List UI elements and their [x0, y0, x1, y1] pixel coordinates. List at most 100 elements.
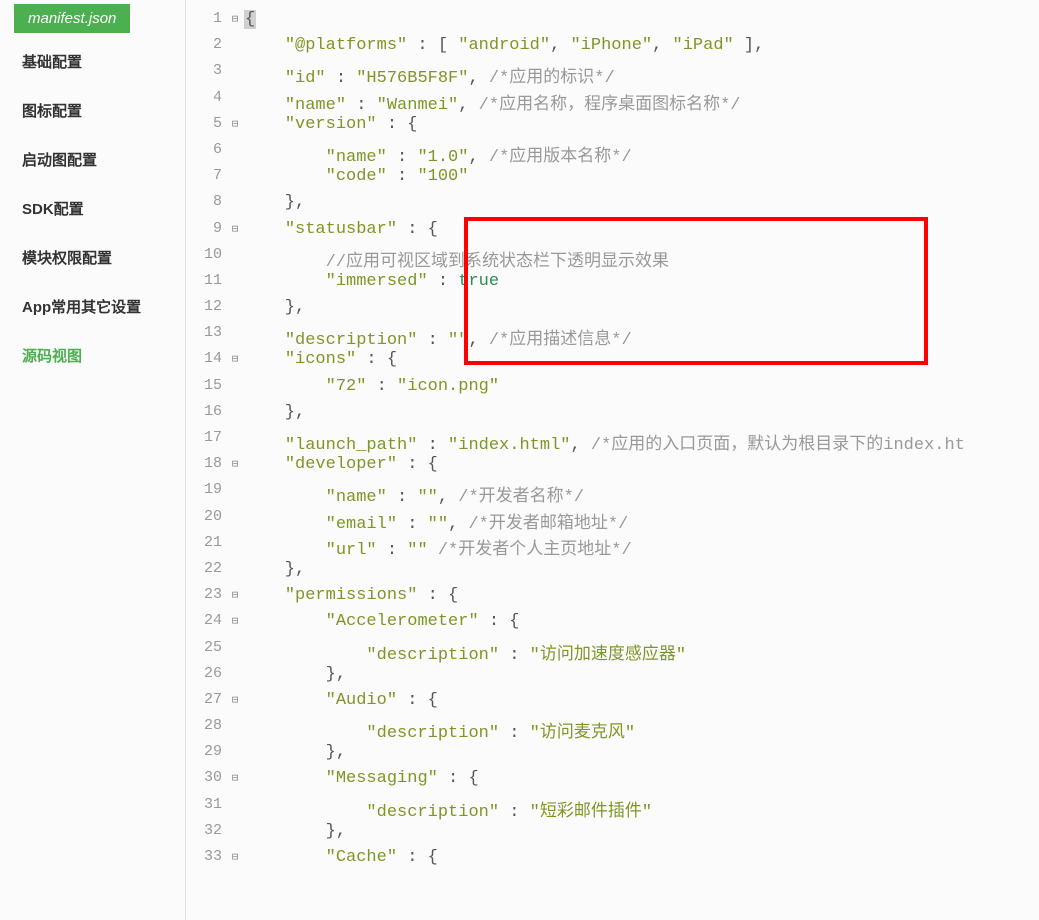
line-number: 32 — [186, 822, 228, 839]
code-line[interactable]: 25 "description" : "访问加速度感应器" — [186, 639, 1039, 665]
code-line[interactable]: 10 //应用可视区域到系统状态栏下透明显示效果 — [186, 246, 1039, 272]
code-content[interactable]: "description" : "", /*应用描述信息*/ — [242, 324, 1039, 350]
sidebar-item-permissions[interactable]: 模块权限配置 — [0, 233, 185, 282]
code-line[interactable]: 17 "launch_path" : "index.html", /*应用的入口… — [186, 429, 1039, 455]
code-content[interactable]: }, — [242, 298, 1039, 317]
code-line[interactable]: 27⊟ "Audio" : { — [186, 691, 1039, 717]
code-line[interactable]: 2 "@platforms" : [ "android", "iPhone", … — [186, 36, 1039, 62]
file-tab[interactable]: manifest.json — [14, 4, 130, 33]
code-content[interactable]: "name" : "1.0", /*应用版本名称*/ — [242, 141, 1039, 167]
code-line[interactable]: 4 "name" : "Wanmei", /*应用名称，程序桌面图标名称*/ — [186, 89, 1039, 115]
code-line[interactable]: 8 }, — [186, 193, 1039, 219]
code-content[interactable]: "description" : "访问加速度感应器" — [242, 639, 1039, 665]
code-content[interactable]: "id" : "H576B5F8F", /*应用的标识*/ — [242, 62, 1039, 88]
code-content[interactable]: { — [242, 10, 1039, 29]
code-line[interactable]: 16 }, — [186, 403, 1039, 429]
fold-toggle — [228, 167, 242, 169]
code-content[interactable]: "immersed" : true — [242, 272, 1039, 291]
code-content[interactable]: "icons" : { — [242, 350, 1039, 369]
code-line[interactable]: 1⊟{ — [186, 10, 1039, 36]
code-content[interactable]: "name" : "Wanmei", /*应用名称，程序桌面图标名称*/ — [242, 89, 1039, 115]
fold-toggle[interactable]: ⊟ — [228, 10, 242, 26]
sidebar-item-basic[interactable]: 基础配置 — [0, 37, 185, 86]
code-content[interactable]: }, — [242, 560, 1039, 579]
code-line[interactable]: 20 "email" : "", /*开发者邮箱地址*/ — [186, 508, 1039, 534]
code-content[interactable]: }, — [242, 822, 1039, 841]
fold-toggle[interactable]: ⊟ — [228, 115, 242, 131]
code-line[interactable]: 5⊟ "version" : { — [186, 115, 1039, 141]
code-line[interactable]: 33⊟ "Cache" : { — [186, 848, 1039, 874]
fold-toggle[interactable]: ⊟ — [228, 691, 242, 707]
code-line[interactable]: 32 }, — [186, 822, 1039, 848]
fold-toggle[interactable]: ⊟ — [228, 586, 242, 602]
code-line[interactable]: 3 "id" : "H576B5F8F", /*应用的标识*/ — [186, 62, 1039, 88]
code-line[interactable]: 9⊟ "statusbar" : { — [186, 220, 1039, 246]
code-content[interactable]: "email" : "", /*开发者邮箱地址*/ — [242, 508, 1039, 534]
code-content[interactable]: "Messaging" : { — [242, 769, 1039, 788]
code-line[interactable]: 30⊟ "Messaging" : { — [186, 769, 1039, 795]
code-content[interactable]: "Accelerometer" : { — [242, 612, 1039, 631]
code-content[interactable]: "url" : "" /*开发者个人主页地址*/ — [242, 534, 1039, 560]
fold-toggle[interactable]: ⊟ — [228, 350, 242, 366]
code-line[interactable]: 23⊟ "permissions" : { — [186, 586, 1039, 612]
line-number: 5 — [186, 115, 228, 132]
code-line[interactable]: 19 "name" : "", /*开发者名称*/ — [186, 481, 1039, 507]
code-content[interactable]: "code" : "100" — [242, 167, 1039, 186]
line-number: 16 — [186, 403, 228, 420]
code-content[interactable]: "description" : "访问麦克风" — [242, 717, 1039, 743]
sidebar-item-sdk[interactable]: SDK配置 — [0, 184, 185, 233]
code-content[interactable]: "72" : "icon.png" — [242, 377, 1039, 396]
code-content[interactable]: "statusbar" : { — [242, 220, 1039, 239]
code-line[interactable]: 31 "description" : "短彩邮件插件" — [186, 796, 1039, 822]
line-number: 18 — [186, 455, 228, 472]
fold-toggle[interactable]: ⊟ — [228, 612, 242, 628]
sidebar-item-source-view[interactable]: 源码视图 — [0, 331, 185, 380]
code-content[interactable]: }, — [242, 193, 1039, 212]
sidebar-item-icon[interactable]: 图标配置 — [0, 86, 185, 135]
line-number: 15 — [186, 377, 228, 394]
fold-toggle[interactable]: ⊟ — [228, 769, 242, 785]
code-content[interactable]: "Cache" : { — [242, 848, 1039, 867]
line-number: 12 — [186, 298, 228, 315]
code-content[interactable]: "description" : "短彩邮件插件" — [242, 796, 1039, 822]
code-line[interactable]: 29 }, — [186, 743, 1039, 769]
fold-toggle — [228, 89, 242, 91]
line-number: 31 — [186, 796, 228, 813]
code-line[interactable]: 14⊟ "icons" : { — [186, 350, 1039, 376]
code-line[interactable]: 12 }, — [186, 298, 1039, 324]
line-number: 13 — [186, 324, 228, 341]
code-line[interactable]: 6 "name" : "1.0", /*应用版本名称*/ — [186, 141, 1039, 167]
fold-toggle[interactable]: ⊟ — [228, 848, 242, 864]
fold-toggle — [228, 62, 242, 64]
fold-toggle — [228, 717, 242, 719]
line-number: 14 — [186, 350, 228, 367]
code-line[interactable]: 11 "immersed" : true — [186, 272, 1039, 298]
code-line[interactable]: 21 "url" : "" /*开发者个人主页地址*/ — [186, 534, 1039, 560]
code-content[interactable]: }, — [242, 743, 1039, 762]
line-number: 17 — [186, 429, 228, 446]
code-content[interactable]: "permissions" : { — [242, 586, 1039, 605]
code-content[interactable]: //应用可视区域到系统状态栏下透明显示效果 — [242, 246, 1039, 272]
fold-toggle[interactable]: ⊟ — [228, 455, 242, 471]
code-content[interactable]: "@platforms" : [ "android", "iPhone", "i… — [242, 36, 1039, 55]
code-content[interactable]: }, — [242, 665, 1039, 684]
code-line[interactable]: 26 }, — [186, 665, 1039, 691]
code-line[interactable]: 28 "description" : "访问麦克风" — [186, 717, 1039, 743]
code-content[interactable]: "version" : { — [242, 115, 1039, 134]
code-line[interactable]: 18⊟ "developer" : { — [186, 455, 1039, 481]
code-content[interactable]: }, — [242, 403, 1039, 422]
code-line[interactable]: 22 }, — [186, 560, 1039, 586]
code-line[interactable]: 15 "72" : "icon.png" — [186, 377, 1039, 403]
code-content[interactable]: "launch_path" : "index.html", /*应用的入口页面，… — [242, 429, 1039, 455]
code-content[interactable]: "name" : "", /*开发者名称*/ — [242, 481, 1039, 507]
line-number: 6 — [186, 141, 228, 158]
code-line[interactable]: 24⊟ "Accelerometer" : { — [186, 612, 1039, 638]
fold-toggle[interactable]: ⊟ — [228, 220, 242, 236]
code-content[interactable]: "Audio" : { — [242, 691, 1039, 710]
code-editor[interactable]: 1⊟{2 "@platforms" : [ "android", "iPhone… — [186, 0, 1039, 920]
sidebar-item-app-settings[interactable]: App常用其它设置 — [0, 282, 185, 331]
code-line[interactable]: 13 "description" : "", /*应用描述信息*/ — [186, 324, 1039, 350]
code-line[interactable]: 7 "code" : "100" — [186, 167, 1039, 193]
sidebar-item-launch[interactable]: 启动图配置 — [0, 135, 185, 184]
code-content[interactable]: "developer" : { — [242, 455, 1039, 474]
